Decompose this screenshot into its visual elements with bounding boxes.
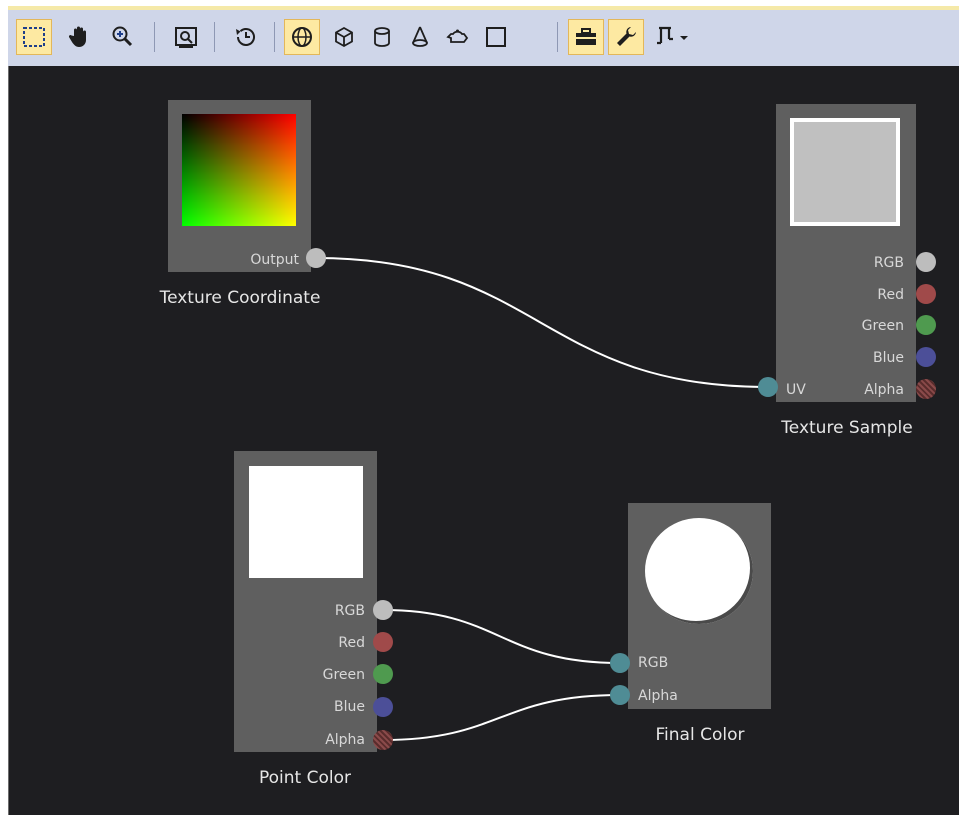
cylinder-icon bbox=[374, 27, 390, 47]
texture-sample-node[interactable]: RGB Red Green Blue Alpha UV bbox=[776, 104, 916, 402]
pin-label-alpha: Alpha bbox=[638, 688, 678, 704]
alpha-input-pin[interactable] bbox=[610, 685, 630, 705]
toolbar-separator bbox=[214, 22, 215, 52]
sphere-icon bbox=[292, 27, 312, 47]
sphere-preview bbox=[645, 518, 753, 624]
wrench-icon bbox=[617, 27, 636, 46]
alpha-output-pin[interactable] bbox=[916, 379, 936, 399]
square-icon bbox=[486, 27, 506, 47]
pan-tool-button[interactable] bbox=[62, 19, 98, 55]
pin-label-rgb: RGB bbox=[873, 255, 904, 271]
node-title: Final Color bbox=[655, 725, 745, 745]
green-output-pin[interactable] bbox=[373, 664, 393, 684]
green-output-pin[interactable] bbox=[916, 315, 936, 335]
red-output-pin[interactable] bbox=[373, 632, 393, 652]
cube-preview-button[interactable] bbox=[326, 19, 362, 55]
pin-label-blue: Blue bbox=[334, 699, 365, 715]
red-output-pin[interactable] bbox=[916, 284, 936, 304]
texture-coordinate-node[interactable]: Output bbox=[168, 100, 311, 272]
pin-label-blue: Blue bbox=[873, 350, 904, 366]
toolbox-button[interactable] bbox=[568, 19, 604, 55]
zoom-tool-button[interactable] bbox=[104, 19, 140, 55]
texture-coordinate-preview bbox=[182, 114, 296, 226]
shader-designer-window: Output Texture Coordinate RGB Red Green … bbox=[0, 0, 959, 815]
output-pin[interactable] bbox=[306, 248, 326, 268]
pin-label-alpha: Alpha bbox=[325, 732, 365, 748]
advanced-dropdown-icon bbox=[657, 26, 673, 45]
real-time-mode-button[interactable] bbox=[228, 19, 264, 55]
blue-output-pin[interactable] bbox=[373, 697, 393, 717]
final-color-node[interactable]: RGB Alpha bbox=[628, 503, 771, 709]
pin-label-red: Red bbox=[338, 635, 365, 651]
uv-input-pin[interactable] bbox=[758, 377, 778, 397]
pin-label-output: Output bbox=[250, 252, 299, 268]
point-color-preview bbox=[249, 466, 363, 578]
hand-icon bbox=[68, 26, 86, 47]
pin-label-uv: UV bbox=[786, 382, 806, 398]
zoom-to-fit-button[interactable] bbox=[168, 19, 204, 55]
advanced-menu-button[interactable] bbox=[652, 19, 702, 55]
node-title: Point Color bbox=[259, 768, 351, 788]
pin-label-red: Red bbox=[877, 287, 904, 303]
chevron-down-icon bbox=[680, 36, 688, 40]
cone-icon bbox=[412, 26, 428, 47]
blue-output-pin[interactable] bbox=[916, 347, 936, 367]
toolbar-separator bbox=[557, 22, 558, 52]
cube-icon bbox=[335, 26, 353, 48]
zoom-fit-icon bbox=[175, 27, 197, 48]
texture-sample-preview bbox=[790, 118, 900, 226]
rgb-output-pin[interactable] bbox=[373, 600, 393, 620]
toolbar-separator bbox=[154, 22, 155, 52]
node-title: Texture Coordinate bbox=[159, 288, 321, 308]
pin-label-alpha: Alpha bbox=[864, 382, 904, 398]
clock-refresh-icon bbox=[236, 28, 255, 46]
teapot-preview-button[interactable] bbox=[440, 19, 476, 55]
cylinder-preview-button[interactable] bbox=[364, 19, 400, 55]
node-title: Texture Sample bbox=[781, 418, 913, 438]
pin-label-rgb: RGB bbox=[334, 603, 365, 619]
plane-preview-button[interactable] bbox=[478, 19, 514, 55]
rgb-input-pin[interactable] bbox=[610, 653, 630, 673]
alpha-output-pin[interactable] bbox=[373, 730, 393, 750]
pin-label-green: Green bbox=[861, 318, 904, 334]
toolbar bbox=[8, 10, 959, 66]
cone-preview-button[interactable] bbox=[402, 19, 438, 55]
select-tool-button[interactable] bbox=[16, 19, 52, 55]
toolbar-separator bbox=[274, 22, 275, 52]
properties-button[interactable] bbox=[608, 19, 644, 55]
pin-label-rgb: RGB bbox=[638, 655, 669, 671]
magnifier-plus-icon bbox=[112, 26, 133, 47]
toolbox-icon bbox=[576, 28, 596, 45]
sphere-preview-button[interactable] bbox=[284, 19, 320, 55]
point-color-node[interactable]: RGB Red Green Blue Alpha bbox=[234, 451, 377, 752]
dashed-rectangle-icon bbox=[23, 27, 45, 47]
final-color-preview bbox=[645, 518, 753, 624]
pin-label-green: Green bbox=[322, 667, 365, 683]
teapot-icon bbox=[446, 29, 469, 43]
rgb-output-pin[interactable] bbox=[916, 252, 936, 272]
